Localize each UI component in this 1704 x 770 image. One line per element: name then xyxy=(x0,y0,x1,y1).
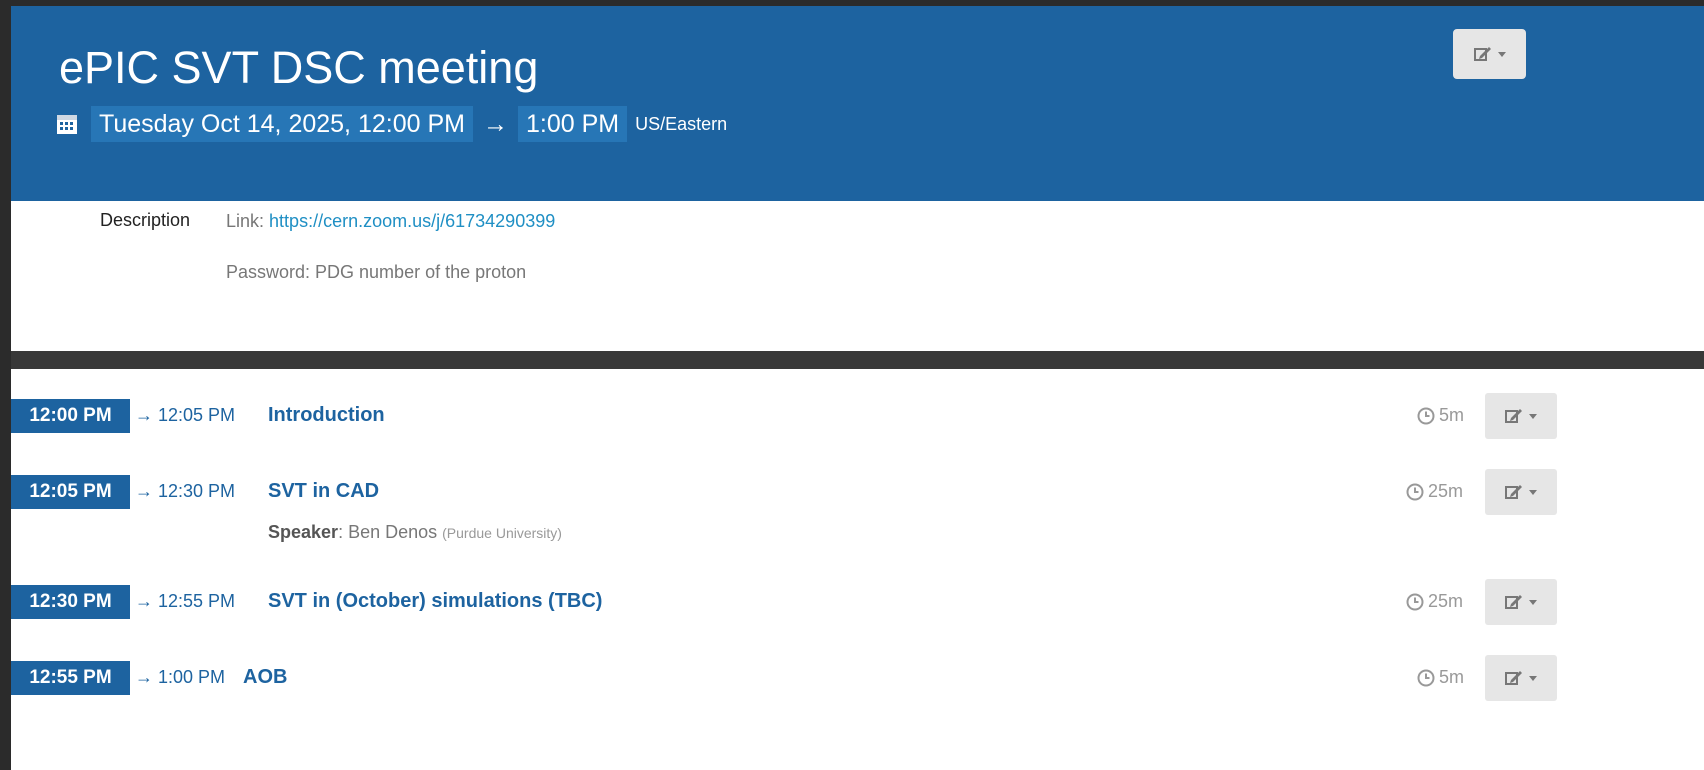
event-title: ePIC SVT DSC meeting xyxy=(59,42,539,93)
speaker-line: Speaker: Ben Denos (Purdue University) xyxy=(268,522,562,543)
end-time: → 12:55 PM xyxy=(135,591,236,611)
speaker-affiliation: (Purdue University) xyxy=(442,525,562,541)
duration-value: 5m xyxy=(1439,405,1465,425)
duration: 5m xyxy=(1417,667,1464,688)
chevron-down-icon xyxy=(1529,599,1537,605)
event-datetime: Tuesday Oct 14, 2025, 12:00 PM → 1:00 PM… xyxy=(55,106,727,142)
contribution-title[interactable]: SVT in CAD xyxy=(268,480,379,503)
contribution-title[interactable]: SVT in (October) simulations (TBC) xyxy=(268,590,602,613)
timezone: US/Eastern xyxy=(635,113,728,134)
speaker-label: Speaker xyxy=(268,522,339,542)
start-time-badge: 12:30 PM xyxy=(11,585,130,619)
header-edit-button[interactable] xyxy=(1453,29,1526,79)
clock-icon xyxy=(1406,593,1424,610)
contribution-title[interactable]: Introduction xyxy=(268,404,385,427)
chevron-down-icon xyxy=(1529,489,1537,495)
start-time-badge: 12:00 PM xyxy=(11,399,130,433)
chevron-down-icon xyxy=(1529,675,1537,681)
end-time: → 12:30 PM xyxy=(135,481,236,501)
duration-value: 5m xyxy=(1439,667,1465,687)
edit-contribution-button[interactable] xyxy=(1485,655,1557,701)
clock-icon xyxy=(1417,669,1435,686)
clock-icon xyxy=(1406,483,1424,500)
edit-contribution-button[interactable] xyxy=(1485,579,1557,625)
start-datetime: Tuesday Oct 14, 2025, 12:00 PM xyxy=(91,106,473,142)
clock-icon xyxy=(1417,407,1435,424)
password-line: Password: PDG number of the proton xyxy=(226,262,527,282)
event-header: ePIC SVT DSC meeting Tuesday Oct 14, 202… xyxy=(11,6,1704,201)
edit-icon xyxy=(1505,595,1522,609)
description-label: Description xyxy=(100,210,191,230)
contribution-title[interactable]: AOB xyxy=(243,666,287,689)
end-time: → 12:05 PM xyxy=(135,405,236,425)
end-time: → 1:00 PM xyxy=(135,667,226,687)
edit-icon xyxy=(1505,671,1522,685)
edit-icon xyxy=(1473,47,1491,61)
duration: 5m xyxy=(1417,405,1464,426)
duration: 25m xyxy=(1406,481,1463,502)
description-link-row: Link: https://cern.zoom.us/j/61734290399 xyxy=(226,211,555,232)
start-time-badge: 12:55 PM xyxy=(11,661,130,695)
speaker-name: : Ben Denos xyxy=(338,522,438,542)
duration-value: 25m xyxy=(1428,591,1464,611)
description-section: Description Link: https://cern.zoom.us/j… xyxy=(11,201,1704,351)
end-time: 1:00 PM xyxy=(517,106,628,142)
edit-icon xyxy=(1505,485,1522,499)
link-prefix: Link: xyxy=(226,211,265,231)
start-time-badge: 12:05 PM xyxy=(11,475,130,509)
duration: 25m xyxy=(1406,591,1463,612)
chevron-down-icon xyxy=(1497,51,1506,57)
chevron-down-icon xyxy=(1529,413,1537,419)
edit-contribution-button[interactable] xyxy=(1485,393,1557,439)
section-divider xyxy=(11,351,1704,369)
datetime-arrow: → xyxy=(482,109,508,138)
timetable: 12:00 PM → 12:05 PM Introduction 5m 12:0… xyxy=(11,369,1704,770)
edit-contribution-button[interactable] xyxy=(1485,469,1557,515)
page-frame: ePIC SVT DSC meeting Tuesday Oct 14, 202… xyxy=(0,0,1704,770)
edit-icon xyxy=(1505,409,1522,423)
zoom-link[interactable]: https://cern.zoom.us/j/61734290399 xyxy=(269,211,555,231)
duration-value: 25m xyxy=(1428,481,1464,501)
calendar-icon xyxy=(57,115,77,134)
